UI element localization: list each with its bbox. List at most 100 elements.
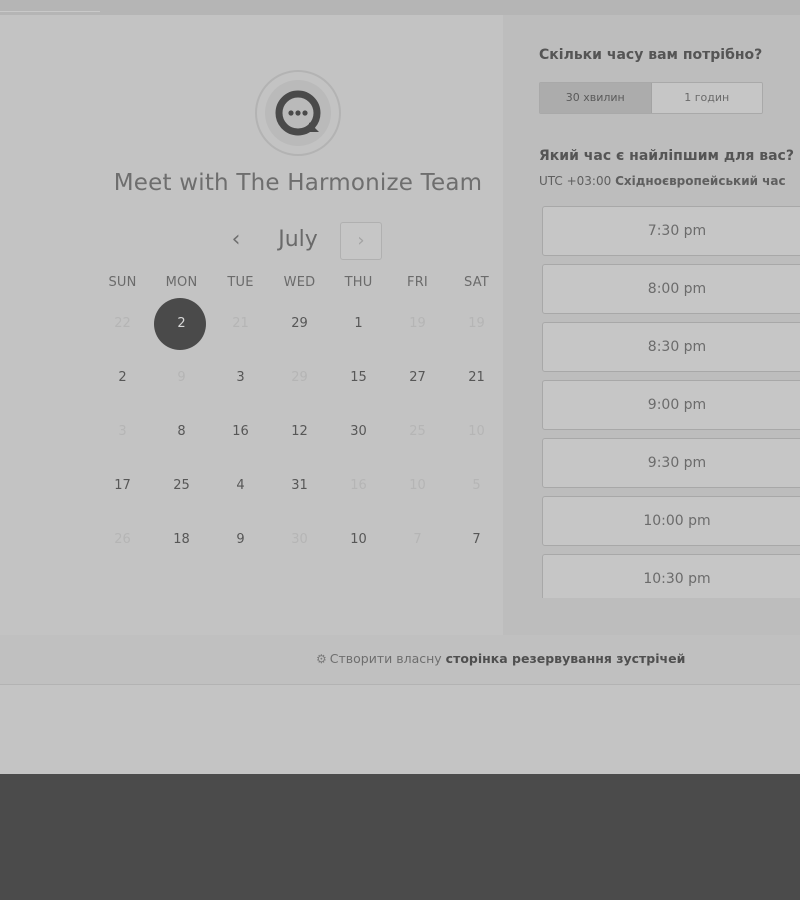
- time-slot-button[interactable]: 10:00 pm: [542, 496, 800, 546]
- calendar-day[interactable]: 31: [270, 459, 329, 513]
- calendar-day[interactable]: 8: [152, 405, 211, 459]
- calendar-week-row: 26 18 9 30 10 7 7: [93, 513, 506, 567]
- calendar-day-label: 9: [177, 370, 186, 385]
- time-slot-list: 7:30 pm 8:00 pm 8:30 pm 9:00 pm 9:30 pm 10:00…: [542, 206, 800, 598]
- time-slot-button[interactable]: 7:30 pm: [542, 206, 800, 256]
- calendar-day[interactable]: 18: [152, 513, 211, 567]
- time-slot-button[interactable]: 9:00 pm: [542, 380, 800, 430]
- timezone-label[interactable]: UTC +03:00 Східноєвропейський час: [539, 174, 786, 188]
- calendar-day-label: 17: [114, 478, 131, 493]
- calendar-day[interactable]: 21: [447, 351, 506, 405]
- calendar-day: 7: [388, 513, 447, 567]
- weekday-label: THU: [344, 275, 373, 290]
- calendar-day[interactable]: 25: [152, 459, 211, 513]
- calendar-day-label: 2: [177, 316, 186, 331]
- calendar-day[interactable]: 15: [329, 351, 388, 405]
- page-background: [0, 686, 800, 774]
- calendar-day-label: 10: [350, 532, 367, 547]
- footer-link-prefix: Створити власну: [329, 651, 442, 666]
- time-slot-button[interactable]: 8:00 pm: [542, 264, 800, 314]
- calendar-day[interactable]: 10: [329, 513, 388, 567]
- calendar-day[interactable]: 30: [329, 405, 388, 459]
- calendar-day-label: 4: [236, 478, 245, 493]
- calendar-day-label: 30: [350, 424, 367, 439]
- calendar-day[interactable]: 7: [447, 513, 506, 567]
- weekday-label: MON: [165, 275, 198, 290]
- calendar-day-label: 10: [468, 424, 485, 439]
- calendar-day[interactable]: 3: [211, 351, 270, 405]
- calendar-day-label: 3: [118, 424, 127, 439]
- duration-60-button[interactable]: 1 годин: [651, 83, 762, 113]
- avatar: [255, 70, 341, 156]
- calendar-day-label: 3: [236, 370, 245, 385]
- calendar-day-label: 9: [236, 532, 245, 547]
- calendar-grid: SUN MON TUE WED THU FRI SAT 22 2 21 29 1 19 19…: [93, 273, 506, 567]
- calendar-day: 10: [447, 405, 506, 459]
- footer-link-bold: сторінка резервування зустрічей: [445, 651, 686, 666]
- calendar-day: 29: [270, 351, 329, 405]
- calendar-day: 21: [211, 297, 270, 351]
- calendar-day-label: 27: [409, 370, 426, 385]
- weekday-label: WED: [283, 275, 316, 290]
- calendar-day[interactable]: 16: [211, 405, 270, 459]
- next-month-button[interactable]: ›: [340, 222, 382, 260]
- calendar-day[interactable]: 29: [270, 297, 329, 351]
- top-strip-edge: [0, 11, 100, 12]
- calendar-day-label: 18: [173, 532, 190, 547]
- calendar-day-label: 12: [291, 424, 308, 439]
- calendar-day[interactable]: 12: [270, 405, 329, 459]
- calendar-day: 9: [152, 351, 211, 405]
- weekday-header: SUN MON TUE WED THU FRI SAT: [93, 273, 506, 293]
- calendar-day: 3: [93, 405, 152, 459]
- calendar-day-label: 21: [468, 370, 485, 385]
- calendar-week-row: 3 8 16 12 30 25 10: [93, 405, 506, 459]
- weekday-label: SAT: [464, 275, 489, 290]
- calendar-day: 25: [388, 405, 447, 459]
- calendar-weeks: 22 2 21 29 1 19 19 2 9 3 29 15 27 21 3 8 16 12 30 25 10 17 25 4…: [93, 297, 506, 567]
- calendar-day-label: 5: [472, 478, 481, 493]
- calendar-day-label: 31: [291, 478, 308, 493]
- calendar-day-label: 16: [232, 424, 249, 439]
- calendar-week-row: 22 2 21 29 1 19 19: [93, 297, 506, 351]
- top-strip: [0, 0, 800, 15]
- create-booking-page-link[interactable]: ⚙ Створити власну сторінка резервування з…: [316, 651, 685, 666]
- calendar-day[interactable]: 2: [93, 351, 152, 405]
- calendar-day-label: 29: [291, 316, 308, 331]
- calendar-day[interactable]: 17: [93, 459, 152, 513]
- calendar-day-label: 26: [114, 532, 131, 547]
- duration-question: Скільки часу вам потрібно?: [539, 47, 763, 63]
- calendar-day[interactable]: 9: [211, 513, 270, 567]
- footer: ⚙ Створити власну сторінка резервування з…: [0, 635, 800, 685]
- weekday-label: FRI: [407, 275, 428, 290]
- calendar-day: 30: [270, 513, 329, 567]
- duration-30-button[interactable]: 30 хвилин: [540, 83, 652, 113]
- calendar-day-selected[interactable]: 2: [152, 297, 211, 351]
- calendar-day[interactable]: 1: [329, 297, 388, 351]
- calendar-day: 22: [93, 297, 152, 351]
- calendar-week-row: 17 25 4 31 16 10 5: [93, 459, 506, 513]
- calendar-day: 10: [388, 459, 447, 513]
- time-slot-button[interactable]: 9:30 pm: [542, 438, 800, 488]
- prev-month-button[interactable]: ‹: [222, 225, 250, 255]
- calendar-day-label: 22: [114, 316, 131, 331]
- timezone-name: Східноєвропейський час: [615, 174, 786, 188]
- calendar-day-label: 19: [409, 316, 426, 331]
- booking-card: Meet with The Harmonize Team ‹ July › SU…: [0, 15, 800, 639]
- calendar-day: 19: [388, 297, 447, 351]
- calendar-day-label: 29: [291, 370, 308, 385]
- avatar-inner: [265, 80, 331, 146]
- calendar-day: 26: [93, 513, 152, 567]
- calendar-day[interactable]: 4: [211, 459, 270, 513]
- right-panel: Скільки часу вам потрібно? 30 хвилин 1 г…: [503, 15, 800, 635]
- weekday-label: TUE: [227, 275, 254, 290]
- time-slot-button[interactable]: 10:30 pm: [542, 554, 800, 598]
- calendar-day-label: 19: [468, 316, 485, 331]
- calendar-day: 19: [447, 297, 506, 351]
- duration-toggle: 30 хвилин 1 годин: [539, 82, 763, 114]
- time-slot-button[interactable]: 8:30 pm: [542, 322, 800, 372]
- calendar-day-label: 25: [173, 478, 190, 493]
- calendar-day-label: 21: [232, 316, 249, 331]
- time-question: Який час є найліпшим для вас?: [539, 148, 794, 164]
- calendar-day[interactable]: 27: [388, 351, 447, 405]
- calendar-day-label: 8: [177, 424, 186, 439]
